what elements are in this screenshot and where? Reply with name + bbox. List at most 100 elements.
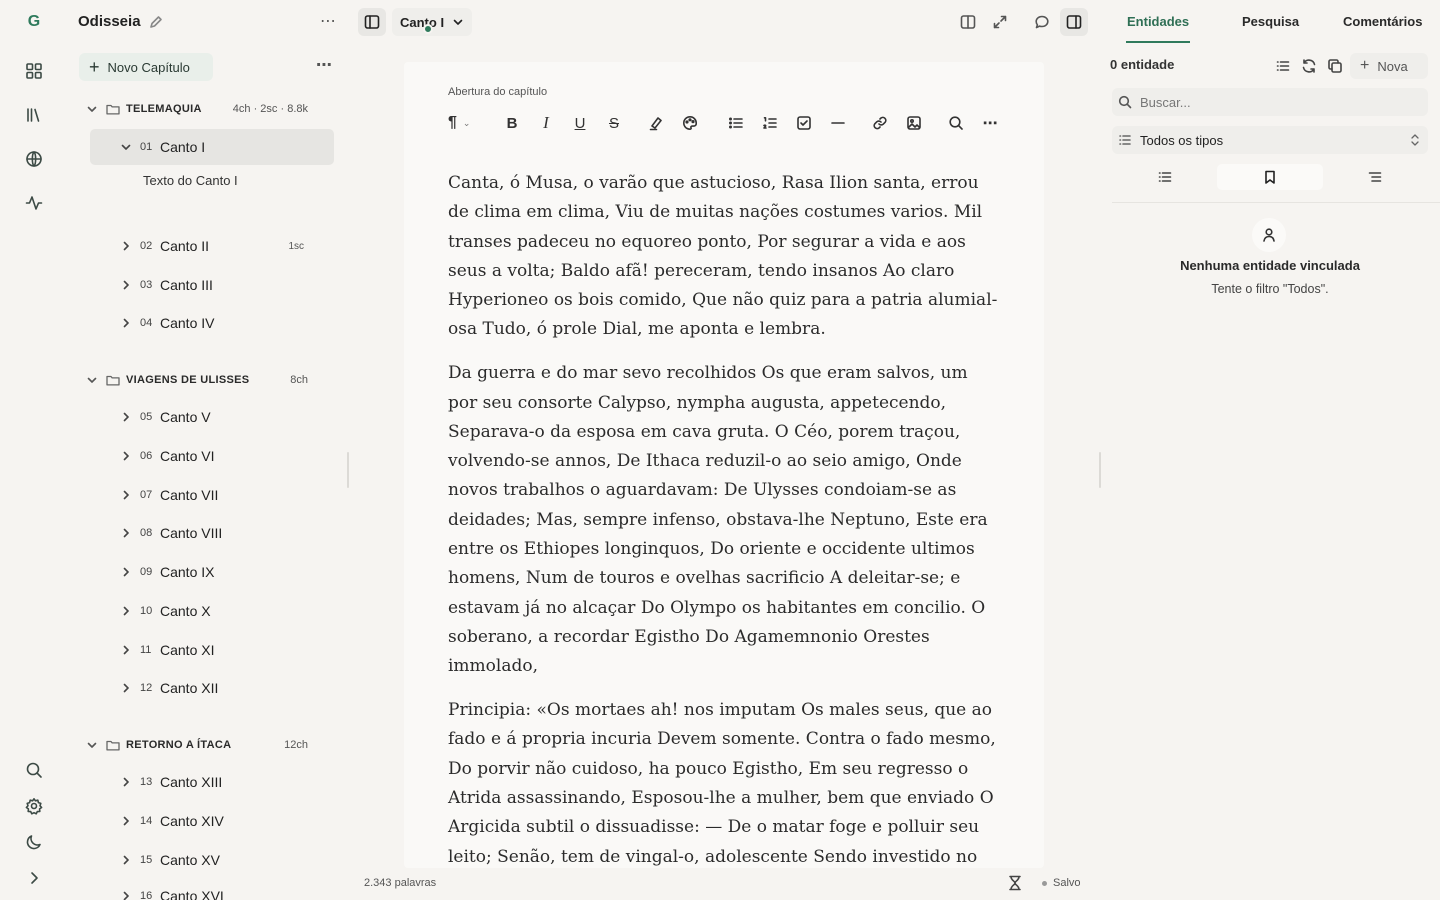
chevron-right-icon[interactable] <box>120 890 132 900</box>
chapter-name: Canto XI <box>160 642 215 658</box>
entity-search[interactable] <box>1112 88 1428 116</box>
chapter-number: 04 <box>140 317 153 329</box>
chapter-item-13[interactable]: 13 Canto XIII <box>90 764 334 800</box>
chevron-right-icon[interactable] <box>22 866 46 890</box>
chapter-name: Canto XV <box>160 852 220 868</box>
chapter-item-07[interactable]: 07 Canto VII <box>90 477 334 513</box>
chapter-item-01[interactable]: 01 Canto I <box>90 129 334 165</box>
chapter-item-05[interactable]: 05 Canto V <box>90 399 334 435</box>
chapter-selector[interactable]: Canto I <box>392 8 473 36</box>
list-view-icon[interactable] <box>1273 56 1293 76</box>
status-dot <box>1042 880 1047 886</box>
chevron-right-icon[interactable] <box>120 527 132 539</box>
activity-icon[interactable] <box>22 191 46 215</box>
chapter-item-14[interactable]: 14 Canto XIV <box>90 803 334 839</box>
split-view-icon[interactable] <box>954 8 982 36</box>
chevron-right-icon[interactable] <box>120 776 132 788</box>
editor-content[interactable]: Canta, ó Musa, o varão que astucioso, Ra… <box>448 169 1000 868</box>
chapter-number: 03 <box>140 279 153 291</box>
comments-icon[interactable] <box>1028 8 1056 36</box>
part-telemaquia[interactable]: TELEMAQUIA 4ch · 2sc · 8.8k <box>86 99 308 119</box>
pencil-icon[interactable] <box>149 15 163 29</box>
link-icon[interactable] <box>869 112 891 134</box>
view-outline-icon[interactable] <box>1322 164 1428 190</box>
paragraph[interactable]: Canta, ó Musa, o varão que astucioso, Ra… <box>448 169 1000 345</box>
underline-icon[interactable]: U <box>569 112 591 134</box>
sidebar-resize-handle[interactable] <box>347 452 349 488</box>
paragraph[interactable]: Da guerra e do mar sevo recolhidos Os qu… <box>448 359 1000 681</box>
palette-icon[interactable] <box>679 112 701 134</box>
chevron-right-icon[interactable] <box>120 240 132 252</box>
chevron-right-icon[interactable] <box>120 854 132 866</box>
chapter-item-11[interactable]: 11 Canto XI <box>90 632 334 668</box>
image-icon[interactable] <box>903 112 925 134</box>
chapter-item-15[interactable]: 15 Canto XV <box>90 842 334 878</box>
chapter-item-16[interactable]: 16 Canto XVI <box>90 878 334 900</box>
part-viagens-de-ulisses[interactable]: VIAGENS DE ULISSES 8ch <box>86 370 308 390</box>
chevron-right-icon[interactable] <box>120 644 132 656</box>
chevron-right-icon[interactable] <box>120 411 132 423</box>
new-entity-button[interactable]: + Nova <box>1350 53 1428 79</box>
sidebar-toggle-icon[interactable] <box>358 8 386 36</box>
chapter-number: 02 <box>140 240 153 252</box>
tab-entidades[interactable]: Entidades <box>1127 14 1189 29</box>
bold-icon[interactable]: B <box>501 112 523 134</box>
book-title-row[interactable]: Odisseia <box>78 13 163 30</box>
book-more-icon[interactable]: ⋯ <box>320 14 337 30</box>
refresh-icon[interactable] <box>1299 56 1319 76</box>
type-filter-select[interactable]: Todos os tipos <box>1112 126 1428 154</box>
chevron-right-icon[interactable] <box>120 317 132 329</box>
chevron-down-icon[interactable] <box>120 141 132 153</box>
highlighter-icon[interactable] <box>645 112 667 134</box>
chapter-item-08[interactable]: 08 Canto VIII <box>90 515 334 551</box>
scene-item[interactable]: Texto do Canto I <box>143 173 238 188</box>
search-icon[interactable] <box>22 758 46 782</box>
chapter-item-06[interactable]: 06 Canto VI <box>90 438 334 474</box>
expand-icon[interactable] <box>986 8 1014 36</box>
tab-comentarios[interactable]: Comentários <box>1343 14 1422 29</box>
grid-icon[interactable] <box>22 59 46 83</box>
hourglass-icon[interactable] <box>1008 875 1022 891</box>
strikethrough-icon[interactable]: S <box>603 112 625 134</box>
paragraph[interactable]: Principia: «Os mortaes ah! nos imputam O… <box>448 696 1000 868</box>
new-chapter-button[interactable]: + Novo Capítulo <box>79 53 213 81</box>
chevron-right-icon[interactable] <box>120 450 132 462</box>
library-icon[interactable] <box>22 103 46 127</box>
copy-icon[interactable] <box>1325 56 1345 76</box>
right-panel-toggle-icon[interactable] <box>1060 8 1088 36</box>
chapter-item-12[interactable]: 12 Canto XII <box>90 670 334 706</box>
more-options-icon[interactable]: ⋯ <box>979 112 1001 134</box>
moon-icon[interactable] <box>22 830 46 854</box>
find-icon[interactable] <box>945 112 967 134</box>
bullet-list-icon[interactable] <box>725 112 747 134</box>
chevron-right-icon[interactable] <box>120 566 132 578</box>
horizontal-rule-icon[interactable] <box>827 112 849 134</box>
numbered-list-icon[interactable] <box>759 112 781 134</box>
chapter-item-02[interactable]: 02 Canto II 1sc <box>90 228 334 264</box>
chevron-right-icon[interactable] <box>120 279 132 291</box>
chapter-item-03[interactable]: 03 Canto III <box>90 267 334 303</box>
part-retorno-a-itaca[interactable]: RETORNO A ÍTACA 12ch <box>86 735 308 755</box>
entity-search-input[interactable] <box>1140 94 1420 110</box>
chapters-more-icon[interactable]: ⋯ <box>316 58 333 74</box>
app-logo[interactable]: G <box>22 10 46 34</box>
checklist-icon[interactable] <box>793 112 815 134</box>
chevron-right-icon[interactable] <box>120 489 132 501</box>
globe-icon[interactable] <box>22 147 46 171</box>
empty-state-hint: Tente o filtro "Todos". <box>1211 282 1329 296</box>
chapter-item-10[interactable]: 10 Canto X <box>90 593 334 629</box>
gear-icon[interactable] <box>22 794 46 818</box>
chevron-right-icon[interactable] <box>120 815 132 827</box>
italic-icon[interactable]: I <box>535 112 557 134</box>
chevron-right-icon[interactable] <box>120 682 132 694</box>
chapter-item-09[interactable]: 09 Canto IX <box>90 554 334 590</box>
tab-pesquisa[interactable]: Pesquisa <box>1242 14 1299 29</box>
view-list-icon[interactable] <box>1112 164 1218 190</box>
view-bookmark-icon[interactable] <box>1217 164 1323 190</box>
paragraph-style-icon[interactable]: ¶ ⌄ <box>448 112 482 134</box>
chevron-right-icon[interactable] <box>120 605 132 617</box>
user-icon <box>1252 218 1286 252</box>
chapter-item-04[interactable]: 04 Canto IV <box>90 305 334 341</box>
chapter-name: Canto XVI <box>160 888 224 900</box>
editor-page[interactable]: Abertura do capítulo ¶ ⌄ B I U S ⋯ Canta… <box>404 62 1044 868</box>
